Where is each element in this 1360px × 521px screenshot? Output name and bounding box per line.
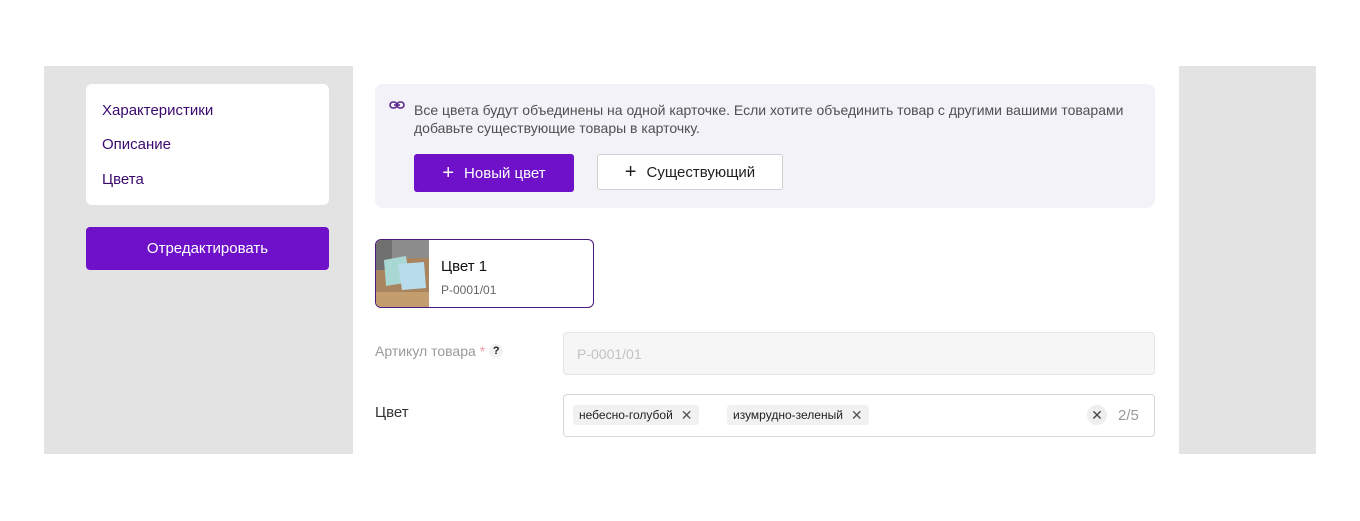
new-color-label: Новый цвет	[464, 164, 546, 182]
color-card-sku: P-0001/01	[441, 283, 497, 297]
info-text: Все цвета будут объединены на одной карт…	[414, 102, 1124, 136]
sku-field	[563, 332, 1155, 375]
color-label: Цвет	[375, 404, 409, 421]
clear-all-icon[interactable]: ✕	[1087, 405, 1107, 425]
nav-item-colors[interactable]: Цвета	[102, 171, 144, 188]
sku-label-text: Артикул товара	[375, 343, 476, 359]
nav-item-characteristics[interactable]: Характеристики	[102, 102, 213, 119]
color-tag: изумрудно-зеленый ✕	[727, 405, 869, 425]
tags-counter: 2/5	[1118, 407, 1139, 424]
link-icon	[389, 101, 405, 109]
existing-label: Существующий	[646, 163, 756, 181]
remove-tag-icon[interactable]: ✕	[681, 408, 693, 422]
existing-button[interactable]: + Существующий	[597, 154, 783, 190]
info-box: Все цвета будут объединены на одной карт…	[375, 84, 1155, 208]
color-tag-label: небесно-голубой	[579, 408, 673, 422]
nav-item-description[interactable]: Описание	[102, 136, 171, 153]
color-tag-label: изумрудно-зеленый	[733, 408, 843, 422]
right-panel	[1179, 66, 1316, 454]
sku-input[interactable]	[564, 333, 1154, 374]
section-nav: Характеристики Описание Цвета	[86, 84, 329, 205]
color-tags-field[interactable]: небесно-голубой ✕ изумрудно-зеленый ✕ ✕ …	[563, 394, 1155, 437]
color-tag: небесно-голубой ✕	[573, 405, 699, 425]
plus-icon: +	[442, 162, 455, 184]
required-marker: *	[479, 343, 486, 359]
help-icon[interactable]: ?	[489, 344, 504, 358]
left-panel: Характеристики Описание Цвета Отредактир…	[44, 66, 353, 454]
color-card-title: Цвет 1	[441, 258, 488, 275]
edit-button[interactable]: Отредактировать	[86, 227, 329, 270]
plus-icon: +	[624, 161, 637, 183]
new-color-button[interactable]: + Новый цвет	[414, 154, 574, 192]
sku-label: Артикул товара * ?	[375, 343, 504, 359]
color-card[interactable]: Цвет 1 P-0001/01	[375, 239, 594, 308]
remove-tag-icon[interactable]: ✕	[851, 408, 863, 422]
color-thumbnail	[376, 240, 429, 307]
